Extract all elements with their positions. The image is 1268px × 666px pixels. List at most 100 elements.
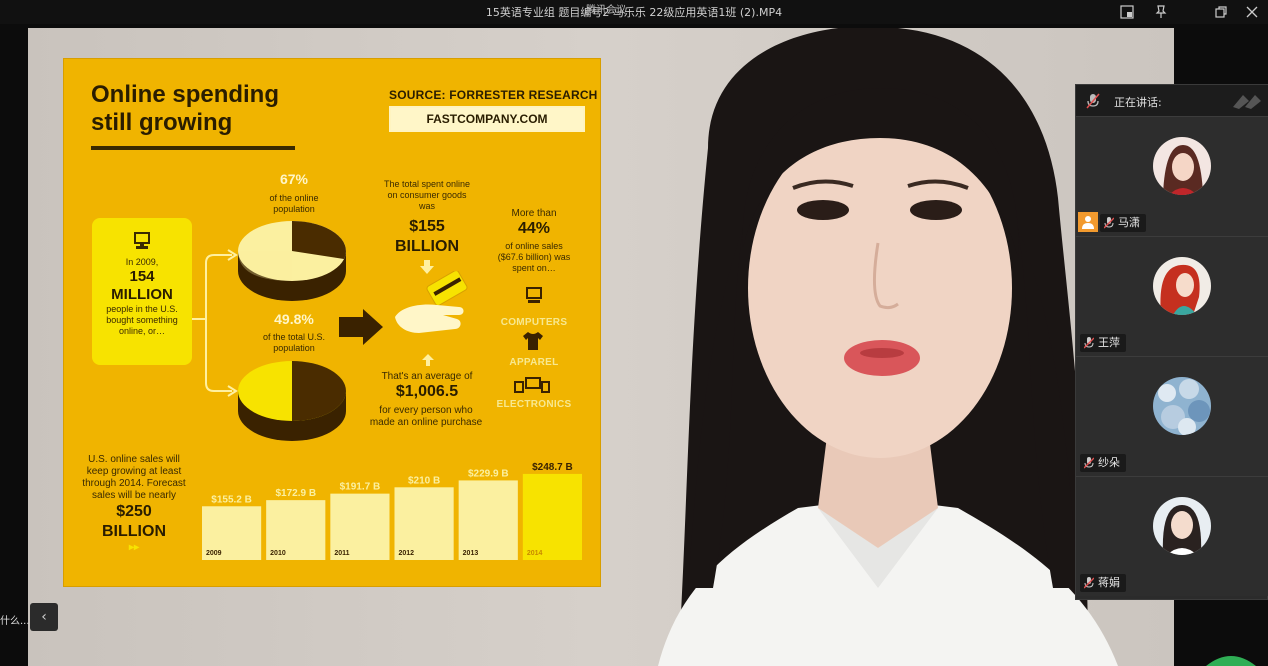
host-person-icon <box>1082 216 1094 229</box>
bar-value-label: $155.2 B <box>211 494 252 505</box>
video-stream: Online spending still growing SOURCE: FO… <box>28 28 1174 666</box>
bar-year-label: 2011 <box>334 550 349 557</box>
bar-year-label: 2010 <box>270 550 286 557</box>
mic-muted-icon <box>1084 337 1094 349</box>
infographic-headline: Online spending still growing <box>91 81 321 137</box>
source-label: SOURCE: FORRESTER RESEARCH <box>389 88 598 102</box>
meeting-window: 15英语专业组 题目编号2 马乐乐 22级应用英语1班 (2).MP4 腾讯会议 <box>0 0 1268 666</box>
pct2-label-line-1: of the total U.S. <box>262 332 326 342</box>
population-stat-box: In 2009, 154 MILLION people in the U.S. … <box>92 218 192 365</box>
participants-panel: 正在讲话: 马潇 王萍 纱朵 蒋娟 <box>1075 84 1268 600</box>
participant-tile[interactable]: 纱朵 <box>1076 356 1268 476</box>
stat-line-4: online, or… <box>118 326 166 336</box>
mic-muted-icon <box>1104 217 1114 229</box>
avatar-image-icon <box>1153 257 1211 315</box>
close-button[interactable] <box>1243 3 1261 21</box>
avatar-image-icon <box>1153 137 1211 195</box>
avatar <box>1153 497 1211 555</box>
stat-line-1: In 2009, <box>125 257 159 267</box>
avg-line-2: for every person who <box>379 405 473 416</box>
bar-value-label: $229.9 B <box>468 468 509 479</box>
arrow-up-icon <box>422 354 434 366</box>
computer-icon <box>134 232 150 249</box>
restore-icon <box>1215 6 1227 18</box>
spent-value-line-2: BILLION <box>395 238 459 255</box>
hand-card-icon <box>395 271 468 333</box>
arrow-right-icon <box>339 309 383 345</box>
pct1-label-line-2: population <box>273 204 315 214</box>
mic-muted-icon <box>1084 457 1094 469</box>
avg-line-3: made an online purchase <box>369 417 483 428</box>
forecast-line-1: U.S. online sales will <box>88 454 180 465</box>
forecast-line-3: through 2014. Forecast <box>82 478 186 489</box>
title-bar: 15英语专业组 题目编号2 马乐乐 22级应用英语1班 (2).MP4 腾讯会议 <box>0 0 1268 24</box>
total-spent-value: $155 BILLION <box>377 217 477 257</box>
pip-icon <box>1120 5 1134 19</box>
shirt-icon <box>523 332 543 350</box>
forecast-block: U.S. online sales will keep growing at l… <box>78 454 190 554</box>
computer-icon <box>526 287 542 303</box>
bar-value-label: $172.9 B <box>275 488 316 499</box>
participant-nameplate: 王萍 <box>1080 334 1126 352</box>
bar-2014 <box>522 473 582 560</box>
bar-year-label: 2012 <box>399 550 415 557</box>
headline-line-1: Online spending <box>91 81 280 108</box>
bar-year-label: 2014 <box>527 550 543 557</box>
participant-tile[interactable]: 王萍 <box>1076 236 1268 356</box>
pct3-line-2: ($67.6 billion) was <box>497 252 571 262</box>
average-value: $1,006.5 <box>395 383 459 400</box>
window-title: 15英语专业组 题目编号2 马乐乐 22级应用英语1班 (2).MP4 腾讯会议 <box>0 4 1268 20</box>
stat-line-3: bought something <box>106 315 178 325</box>
avatar <box>1153 257 1211 315</box>
pin-icon <box>1155 5 1167 18</box>
bar-value-label: $191.7 B <box>340 482 381 493</box>
spent-line-3: was <box>418 201 435 211</box>
avatar-image-icon <box>1153 377 1211 435</box>
picture-in-picture-button[interactable] <box>1118 3 1136 21</box>
pin-button[interactable] <box>1152 3 1170 21</box>
mic-muted-icon <box>1086 93 1100 109</box>
headline-line-2: still growing <box>91 109 233 136</box>
bar-2013 <box>458 480 518 560</box>
participant-tile[interactable]: 马潇 <box>1076 116 1268 236</box>
forecast-line-4: sales will be nearly <box>92 490 176 501</box>
spent-line-2: on consumer goods <box>387 190 467 200</box>
signal-corner-icon <box>1233 95 1261 109</box>
online-population-label: of the online population <box>252 193 336 215</box>
pct1-label-line-1: of the online <box>269 193 319 203</box>
electronics-icon <box>514 377 550 393</box>
participant-tile[interactable]: 蒋娟 <box>1076 476 1268 596</box>
participant-nameplate: 马潇 <box>1100 214 1146 232</box>
spent-value-line-1: $155 <box>409 218 445 235</box>
spent-line-1: The total spent online <box>383 179 471 189</box>
stat-line-2: people in the U.S. <box>106 304 178 314</box>
presenter-figure <box>658 28 1118 666</box>
collapse-sidebar-button[interactable]: ‹ <box>30 603 58 631</box>
online-sales-pct: 44% <box>517 220 551 237</box>
infographic-slide: Online spending still growing SOURCE: FO… <box>63 58 601 587</box>
forecast-line-2: keep growing at least <box>86 466 182 477</box>
more-than-label: More than <box>511 208 557 219</box>
headline-rule <box>91 146 295 150</box>
stat-number: 154 <box>129 268 155 285</box>
category-electronics: ELECTRONICS <box>496 399 572 410</box>
network-status-icon[interactable] <box>1206 652 1256 666</box>
bar-year-label: 2009 <box>206 550 222 557</box>
sales-bar-chart: $155.2 B 2009 $172.9 B 2010 $191.7 B 2011 $210… <box>202 462 582 560</box>
app-name-label: 腾讯会议 <box>586 5 626 16</box>
mic-muted-icon <box>1084 577 1094 589</box>
bar-value-label: $248.7 B <box>532 462 573 473</box>
participant-nameplate: 纱朵 <box>1080 454 1126 472</box>
chat-message-peek[interactable]: 什么... <box>0 612 30 627</box>
restore-button[interactable] <box>1212 3 1230 21</box>
pct2-label-line-2: population <box>273 343 315 353</box>
pct3-line-3: spent on… <box>512 263 556 273</box>
participant-name: 蒋娟 <box>1098 576 1120 589</box>
participant-name: 马潇 <box>1118 216 1140 229</box>
category-apparel: APPAREL <box>509 357 559 368</box>
bar-year-label: 2013 <box>463 550 479 557</box>
pie-chart-online <box>238 221 346 301</box>
online-population-pct: 67% <box>279 171 309 187</box>
avatar <box>1153 377 1211 435</box>
speaking-indicator: 正在讲话: <box>1076 85 1268 116</box>
